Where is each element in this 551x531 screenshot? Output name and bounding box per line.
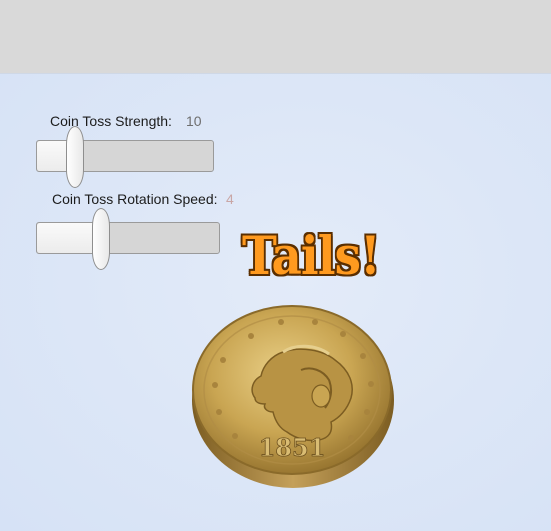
top-bar (0, 0, 551, 73)
rotation-speed-value: 4 (226, 191, 234, 207)
rotation-speed-label: Coin Toss Rotation Speed: (52, 191, 218, 207)
toss-result-text: Tails! (242, 226, 381, 287)
strength-value: 10 (186, 113, 202, 129)
strength-slider-thumb[interactable] (66, 126, 84, 188)
coin-year: 1851 (259, 433, 326, 462)
strength-slider[interactable] (36, 126, 214, 188)
gold-liberty-head-coin-icon: 1851 (192, 305, 394, 488)
strength-label: Coin Toss Strength: (50, 113, 172, 129)
rotation-speed-slider-thumb[interactable] (92, 208, 110, 270)
rotation-speed-slider[interactable] (36, 208, 220, 270)
